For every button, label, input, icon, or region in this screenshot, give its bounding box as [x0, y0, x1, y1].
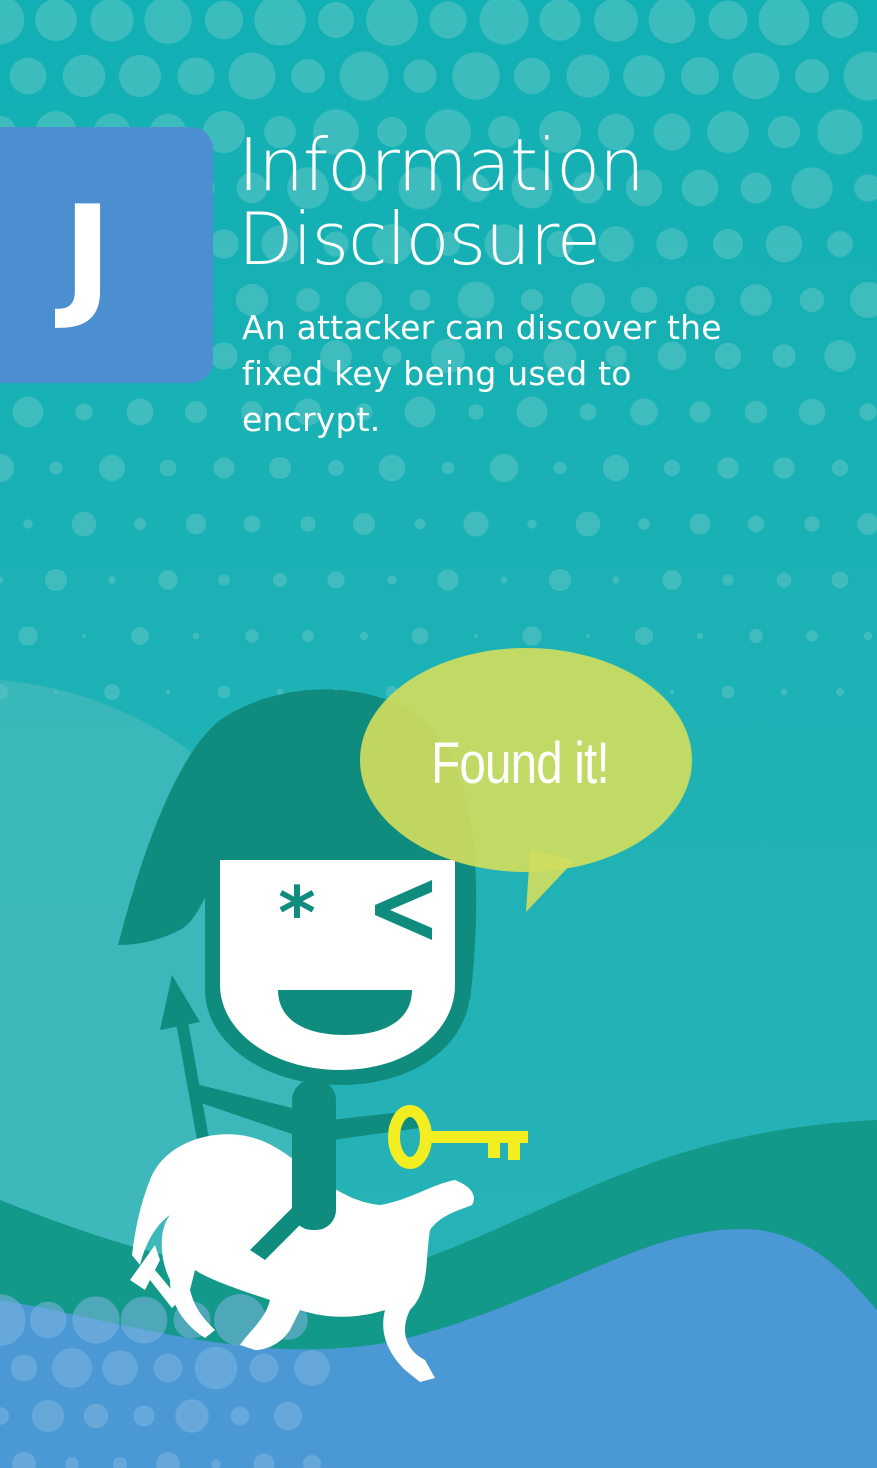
speech-text: Found it!	[431, 731, 610, 796]
svg-text:*: *	[278, 871, 316, 955]
threat-card: J Information Disclosure An attacker can…	[0, 0, 877, 1468]
key-icon	[388, 1105, 528, 1169]
